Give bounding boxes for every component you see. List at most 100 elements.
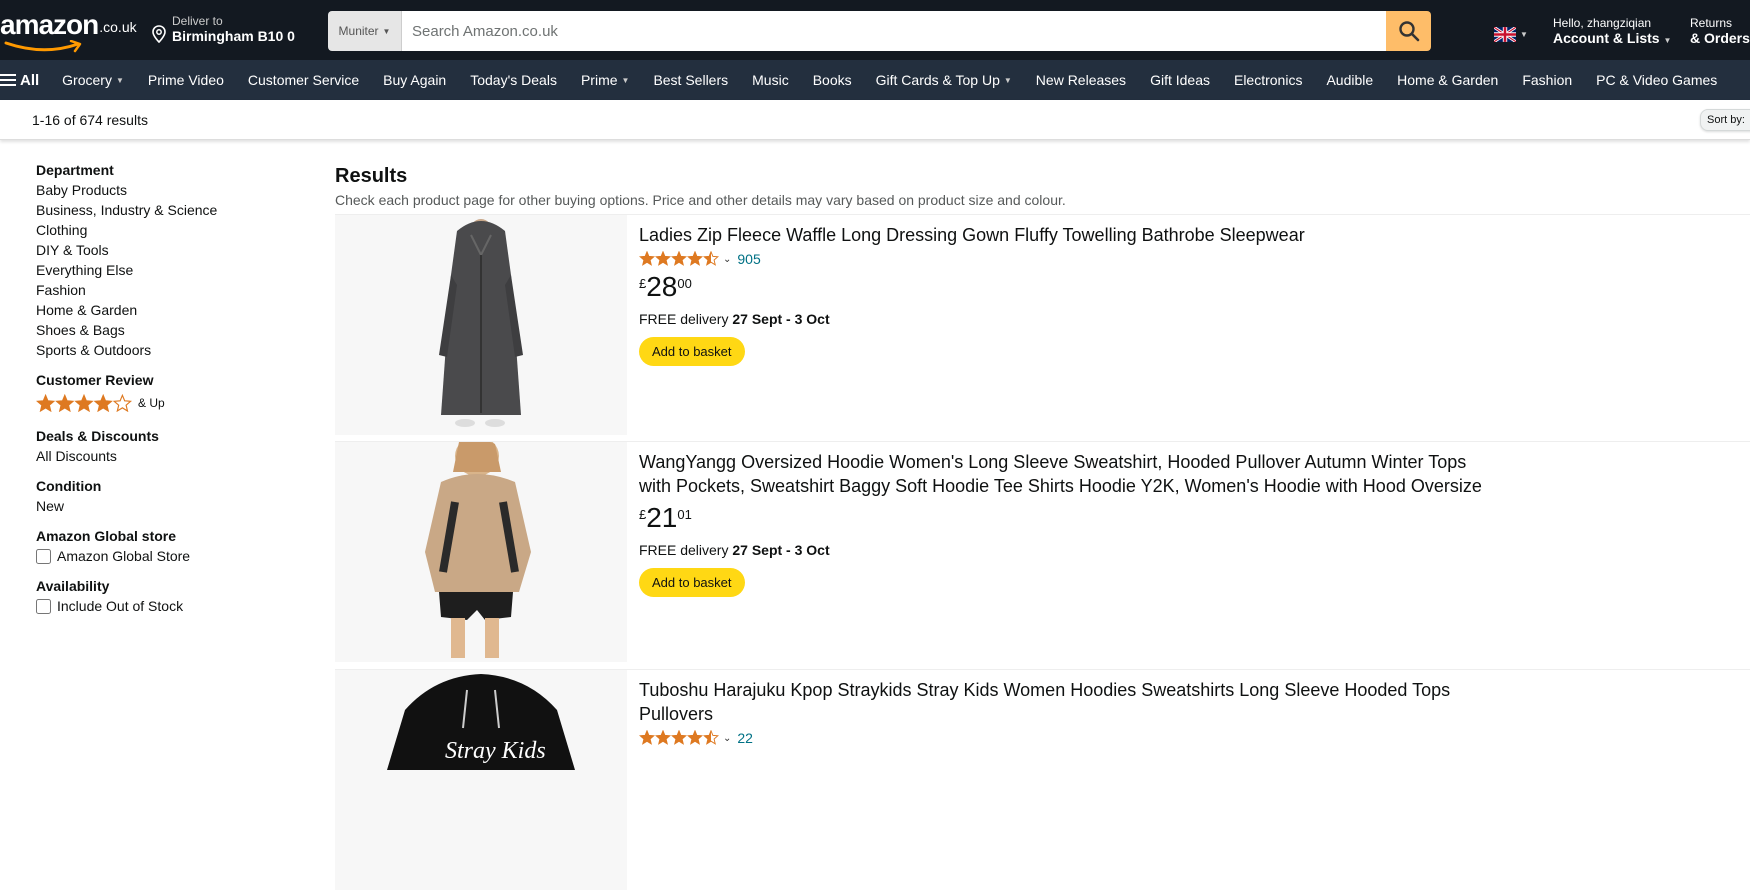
star-fill — [94, 395, 112, 411]
product-image[interactable] — [335, 215, 627, 435]
product-rating[interactable]: ⌄ 22 — [639, 730, 1499, 746]
nav-item-grocery[interactable]: Grocery ▼ — [50, 72, 136, 88]
amazon-logo[interactable]: amazon .co.uk — [0, 9, 137, 53]
search-input[interactable] — [402, 11, 1386, 51]
add-to-basket-button[interactable]: Add to basket — [639, 337, 745, 366]
global-store-filter: Amazon Global store Amazon Global Store — [36, 526, 296, 566]
nav-item-buy-again[interactable]: Buy Again — [371, 72, 458, 88]
search-department-label: Muniter — [338, 24, 379, 38]
search-department-select[interactable]: Muniter ▼ — [328, 11, 402, 51]
star-fill — [37, 395, 54, 411]
global-store-option[interactable]: Amazon Global Store — [36, 546, 296, 566]
product-title-link[interactable]: Tuboshu Harajuku Kpop Straykids Stray Ki… — [639, 678, 1499, 726]
department-link[interactable]: Shoes & Bags — [36, 320, 296, 340]
results-header: Results Check each product page for othe… — [335, 164, 1750, 210]
add-to-basket-button[interactable]: Add to basket — [639, 568, 745, 597]
product-card: Ladies Zip Fleece Waffle Long Dressing G… — [335, 214, 1750, 435]
nav-item-label: Customer Service — [247, 72, 360, 88]
sort-by-dropdown[interactable]: Sort by: — [1700, 109, 1750, 131]
nav-item-gift-cards-top-up[interactable]: Gift Cards & Top Up ▼ — [864, 72, 1024, 88]
delivery-info: FREE delivery 27 Sept - 3 Oct — [639, 542, 1499, 558]
all-menu-button[interactable]: All — [0, 72, 50, 89]
product-image[interactable]: Stray Kids — [335, 670, 627, 890]
nav-item-pc-video-games[interactable]: PC & Video Games — [1584, 72, 1729, 88]
nav-item-label: Grocery — [62, 72, 112, 88]
review-count-link[interactable]: 905 — [737, 251, 760, 267]
department-link[interactable]: Sports & Outdoors — [36, 340, 296, 360]
nav-item-customer-service[interactable]: Customer Service — [236, 72, 371, 88]
product-price[interactable]: £ 28 00 — [639, 273, 1499, 301]
search-button[interactable] — [1386, 11, 1431, 51]
nav-item-label: Audible — [1326, 72, 1374, 88]
department-link[interactable]: Clothing — [36, 220, 296, 240]
nav-item-prime[interactable]: Prime ▼ — [569, 72, 641, 88]
delivery-dates: 27 Sept - 3 Oct — [732, 311, 830, 327]
results-count: 1-16 of 674 results — [32, 112, 148, 128]
department-link[interactable]: Home & Garden — [36, 300, 296, 320]
hamburger-menu-icon — [0, 74, 16, 86]
nav-item-new-releases[interactable]: New Releases — [1024, 72, 1138, 88]
product-title-link[interactable]: WangYangg Oversized Hoodie Women's Long … — [639, 450, 1499, 498]
deliver-label: Deliver to — [172, 14, 223, 28]
nav-item-fashion[interactable]: Fashion — [1510, 72, 1584, 88]
department-link[interactable]: Everything Else — [36, 260, 296, 280]
star-fill — [56, 395, 74, 411]
returns-orders[interactable]: Returns & Orders — [1690, 16, 1750, 46]
search-icon — [1398, 21, 1419, 42]
department-link[interactable]: Baby Products — [36, 180, 296, 200]
condition-new-link[interactable]: New — [36, 496, 296, 516]
product-details: Tuboshu Harajuku Kpop Straykids Stray Ki… — [639, 678, 1499, 746]
delivery-dates: 27 Sept - 3 Oct — [732, 542, 830, 558]
product-title-link[interactable]: Ladies Zip Fleece Waffle Long Dressing G… — [639, 223, 1499, 247]
account-greeting: Hello, zhangziqian — [1553, 16, 1652, 30]
department-link[interactable]: DIY & Tools — [36, 240, 296, 260]
results-info-bar: 1-16 of 674 results Sort by: — [0, 100, 1750, 140]
nav-item-today-s-deals[interactable]: Today's Deals — [458, 72, 569, 88]
department-link[interactable]: Business, Industry & Science — [36, 200, 296, 220]
nav-item-audible[interactable]: Audible — [1314, 72, 1385, 88]
product-rating[interactable]: ⌄ 905 — [639, 251, 1499, 267]
out-of-stock-option[interactable]: Include Out of Stock — [36, 596, 296, 616]
review-count-link[interactable]: 22 — [737, 730, 753, 746]
nav-item-music[interactable]: Music — [740, 72, 801, 88]
star-fill — [672, 251, 686, 265]
chevron-down-icon: ▼ — [1003, 75, 1012, 85]
all-discounts-link[interactable]: All Discounts — [36, 446, 296, 466]
nav-item-home-garden[interactable]: Home & Garden — [1385, 72, 1510, 88]
product-price[interactable]: £ 21 01 — [639, 504, 1499, 532]
hoodie-print-text: Stray Kids — [445, 738, 546, 764]
language-selector[interactable]: ▼ — [1494, 27, 1528, 42]
nav-item-gift-ideas[interactable]: Gift Ideas — [1138, 72, 1222, 88]
delivery-prefix: FREE delivery — [639, 542, 729, 558]
four-stars-and-up-link[interactable]: & Up — [36, 394, 296, 412]
chevron-down-icon: ⌄ — [723, 732, 732, 744]
sort-by-label: Sort by: — [1707, 114, 1745, 126]
star-outline — [112, 394, 132, 412]
star-fill — [75, 395, 93, 411]
out-of-stock-checkbox[interactable] — [36, 598, 51, 614]
dressing-gown-image — [335, 215, 627, 435]
product-image[interactable] — [335, 442, 627, 662]
nav-item-best-sellers[interactable]: Best Sellers — [641, 72, 740, 88]
nav-item-books[interactable]: Books — [801, 72, 864, 88]
chevron-down-icon: ▼ — [1520, 30, 1528, 39]
star-fill — [656, 730, 670, 744]
nav-item-electronics[interactable]: Electronics — [1222, 72, 1314, 88]
deliver-to[interactable]: Deliver to Birmingham B10 0 — [152, 14, 295, 44]
star-fill — [672, 730, 686, 744]
results-subtitle: Check each product page for other buying… — [335, 192, 1066, 208]
account-menu[interactable]: Hello, zhangziqian Account & Lists ▼ — [1553, 16, 1671, 49]
nav-item-prime-video[interactable]: Prime Video — [136, 72, 236, 88]
price-fraction: 00 — [677, 276, 692, 291]
chevron-down-icon: ▼ — [621, 75, 630, 85]
product-details: WangYangg Oversized Hoodie Women's Long … — [639, 450, 1499, 597]
chevron-down-icon: ▼ — [115, 75, 124, 85]
product-card: WangYangg Oversized Hoodie Women's Long … — [335, 441, 1750, 662]
logo-text: amazon — [0, 9, 99, 40]
delivery-info: FREE delivery 27 Sept - 3 Oct — [639, 311, 1499, 327]
department-link[interactable]: Fashion — [36, 280, 296, 300]
nav-item-label: Prime — [580, 72, 618, 88]
global-store-checkbox[interactable] — [36, 548, 51, 564]
star-fill — [688, 730, 702, 744]
star-fill — [688, 251, 702, 265]
